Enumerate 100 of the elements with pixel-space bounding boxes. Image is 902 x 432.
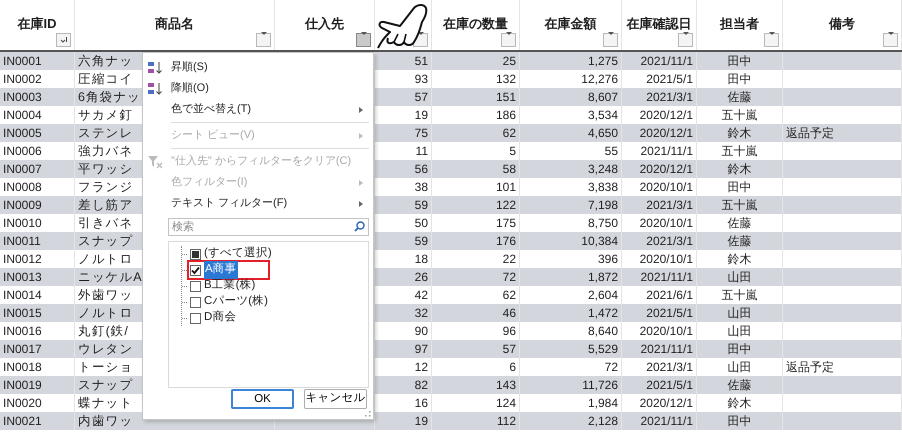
table-cell: スナップ <box>78 378 134 392</box>
table-cell: 2021/5/1 <box>646 307 693 319</box>
table-cell: 50 <box>414 217 428 229</box>
table-cell: 8,640 <box>588 325 618 337</box>
table-cell: 2020/10/1 <box>640 217 693 229</box>
menu-item[interactable]: テキスト フィルター(F) <box>143 193 373 214</box>
hand-pointer-icon <box>376 2 428 50</box>
table-cell: 62 <box>502 289 516 301</box>
table-cell: IN0010 <box>3 217 42 229</box>
column-header: 在庫の数量 <box>443 16 508 32</box>
table-cell: IN0008 <box>3 181 42 193</box>
column-header: 商品名 <box>155 16 194 32</box>
table-cell: IN0002 <box>3 73 42 85</box>
column-header: 在庫確認日 <box>626 16 692 32</box>
menu-item-label: "仕入先" からフィルターをクリア(C) <box>171 154 352 170</box>
ok-button[interactable]: OK <box>231 389 294 409</box>
table-cell: 1,984 <box>588 397 618 409</box>
table-cell: 101 <box>496 181 516 193</box>
resize-grip-icon[interactable] <box>364 410 371 417</box>
table-cell: 五十嵐 <box>722 109 758 121</box>
menu-item-label: 降順(O) <box>171 81 209 96</box>
cancel-button[interactable]: キャンセル <box>304 389 367 409</box>
table-cell: 19 <box>414 415 428 427</box>
table-cell: 5 <box>509 145 516 157</box>
table-cell: ニッケルA <box>78 270 142 284</box>
table-cell: 55 <box>604 145 618 157</box>
table-cell: IN0021 <box>3 415 42 427</box>
table-cell: ノルトロ <box>78 252 134 266</box>
table-cell: 佐藤 <box>728 235 752 247</box>
table-cell: 3,534 <box>588 109 618 121</box>
table-cell: 圧縮コイ <box>78 72 134 86</box>
table-cell: 97 <box>414 343 428 355</box>
table-cell: 丸釘(鉄/ <box>78 324 129 338</box>
table-cell: 田中 <box>728 415 752 427</box>
clear-filter-icon <box>147 155 163 169</box>
menu-item[interactable]: 降順(O) <box>143 78 373 99</box>
table-cell: 4,650 <box>588 127 618 139</box>
menu-item[interactable]: 昇順(S) <box>143 57 373 78</box>
table-cell: 六角ナッ <box>78 54 134 68</box>
table-cell: 12 <box>414 361 428 373</box>
table-cell: 平ワッシ <box>78 162 134 176</box>
table-cell: 2020/12/1 <box>640 163 693 175</box>
column-header: 備考 <box>829 16 855 32</box>
table-cell: 2,128 <box>588 415 618 427</box>
table-cell: 鈴木 <box>728 253 752 265</box>
sort-filter-button[interactable] <box>56 33 71 47</box>
table-cell: 51 <box>414 55 428 67</box>
column-header: 仕入先 <box>305 16 344 32</box>
table-cell: 山田 <box>728 361 752 373</box>
table-cell: 38 <box>414 181 428 193</box>
table-cell: 11 <box>416 145 428 157</box>
table-cell: 2021/11/1 <box>640 145 693 157</box>
table-cell: 2021/3/1 <box>646 235 693 247</box>
table-cell: 1,872 <box>588 271 618 283</box>
table-cell: 7,198 <box>588 199 618 211</box>
table-cell: 72 <box>604 361 618 373</box>
checkbox[interactable] <box>190 312 201 324</box>
table-cell: IN0005 <box>3 127 42 139</box>
table-cell: 112 <box>496 415 516 427</box>
table-cell: 引きバネ <box>78 216 134 230</box>
checkbox[interactable] <box>190 280 201 292</box>
search-icon <box>354 221 365 232</box>
table-cell: ウレタン <box>78 342 134 356</box>
table-cell: 返品予定 <box>786 127 834 139</box>
table-cell: トーショ <box>78 360 134 374</box>
checkbox[interactable] <box>190 264 201 276</box>
table-cell: 外歯ワッ <box>78 288 134 302</box>
checkbox[interactable] <box>190 296 201 308</box>
table-cell: 鈴木 <box>728 163 752 175</box>
table-cell: IN0018 <box>3 361 42 373</box>
checkbox[interactable] <box>190 248 201 260</box>
table-cell: 16 <box>414 397 428 409</box>
table-cell: スナップ <box>78 234 134 248</box>
table-cell: 2021/3/1 <box>646 361 693 373</box>
table-cell: 2021/11/1 <box>640 55 693 67</box>
table-cell: 75 <box>414 127 428 139</box>
table-cell: 佐藤 <box>728 91 752 103</box>
table-cell: IN0011 <box>3 235 41 247</box>
search-field[interactable]: 検索 <box>168 218 369 236</box>
table-cell: 1,472 <box>588 307 618 319</box>
table-cell: IN0009 <box>3 199 42 211</box>
table-cell: IN0013 <box>3 271 42 283</box>
sort-ascending-icon <box>147 61 163 75</box>
table-cell: IN0016 <box>3 325 42 337</box>
table-cell: 2020/12/1 <box>640 109 693 121</box>
table-cell: 五十嵐 <box>722 199 758 211</box>
sorted-icon <box>59 36 68 44</box>
menu-item[interactable]: 色で並べ替え(T) <box>143 99 373 120</box>
table-cell: 2020/12/1 <box>640 397 693 409</box>
table-cell: 1,275 <box>588 55 618 67</box>
table-cell: IN0004 <box>3 109 42 121</box>
table-cell: 396 <box>598 253 618 265</box>
table-cell: 山田 <box>728 271 752 283</box>
table-cell: 3,838 <box>588 181 618 193</box>
table-cell: 176 <box>496 235 516 247</box>
value-item[interactable]: A商事 <box>187 260 270 280</box>
table-cell: IN0007 <box>3 163 42 175</box>
table-cell: 122 <box>496 199 516 211</box>
table-cell: 56 <box>414 163 428 175</box>
table-cell: IN0015 <box>3 307 42 319</box>
